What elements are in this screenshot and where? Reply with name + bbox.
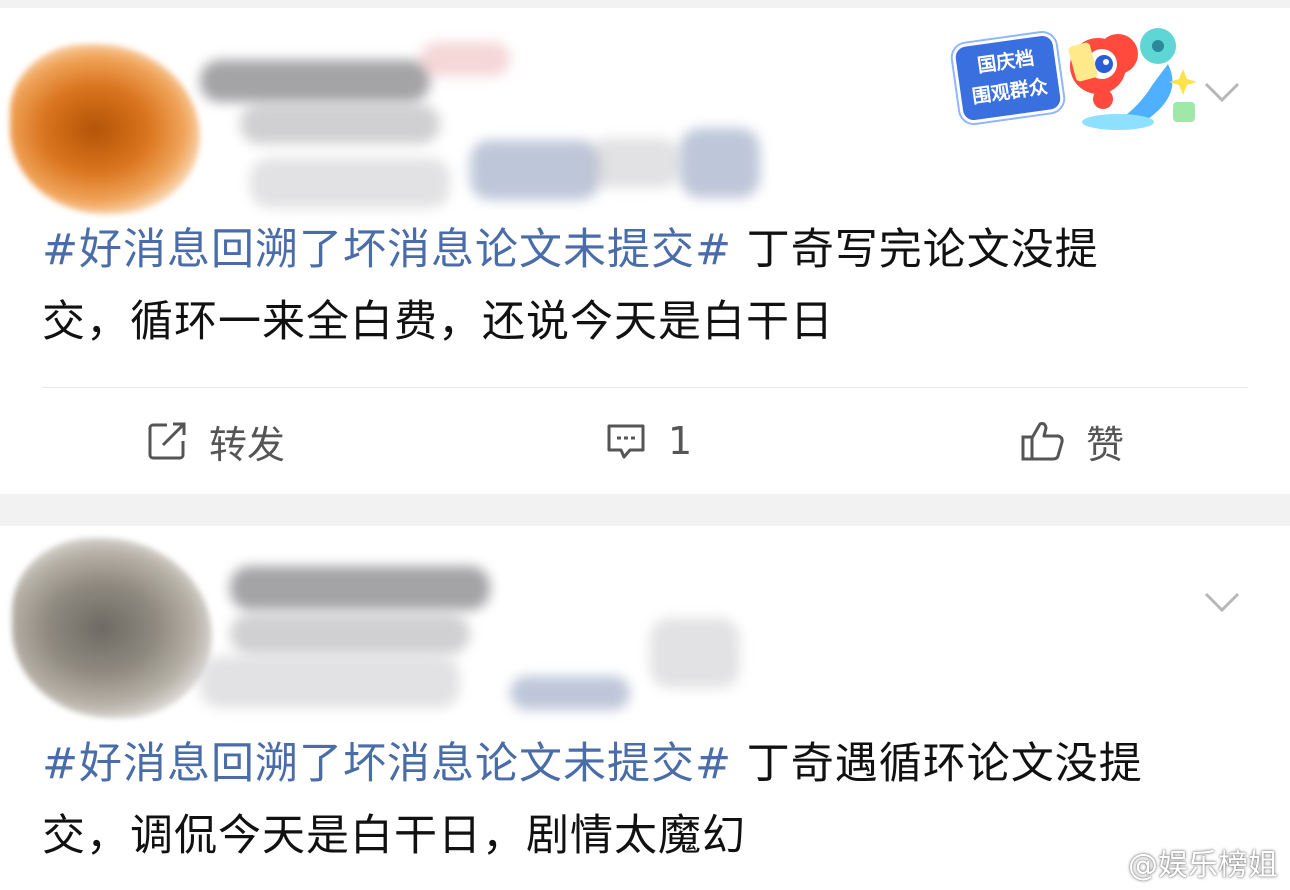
post-card: #好消息回溯了坏消息论文未提交# 丁奇遇循环论文没提 交，调侃今天是白干日，剧情… <box>0 526 1290 890</box>
post-meta-redacted <box>200 656 460 708</box>
username-redacted-part <box>230 614 470 654</box>
username-redacted[interactable] <box>200 60 430 102</box>
post-text: #好消息回溯了坏消息论文未提交# 丁奇写完论文没提 交，循环一来全白费，还说今天… <box>42 214 1232 358</box>
badge-label: 国庆档 围观群众 <box>950 31 1066 125</box>
comment-button[interactable]: 1 <box>604 416 692 466</box>
chevron-down-icon[interactable] <box>1202 586 1242 616</box>
post-card: 国庆档 围观群众 #好消息回溯了坏消息论文未提交# 丁奇写完论文没提 交，循环一… <box>0 8 1290 494</box>
post-header: 国庆档 围观群众 <box>0 8 1290 218</box>
post-meta-redacted <box>650 618 740 688</box>
hashtag-link[interactable]: #好消息回溯了坏消息论文未提交# <box>42 739 732 789</box>
like-label: 赞 <box>1086 422 1125 467</box>
post-text-line2: 交，循环一来全白费，还说今天是白干日 <box>42 297 834 347</box>
hashtag-link[interactable]: #好消息回溯了坏消息论文未提交# <box>42 225 732 275</box>
post-meta-redacted <box>470 140 600 200</box>
comment-bubble-icon <box>607 424 645 459</box>
post-meta-redacted <box>510 676 630 710</box>
repost-label: 转发 <box>209 422 286 467</box>
avatar[interactable] <box>12 538 212 718</box>
post-text-line1: 丁奇遇循环论文没提 <box>732 739 1143 789</box>
mascot-icon <box>1068 28 1197 130</box>
post-text-line1: 丁奇写完论文没提 <box>732 225 1099 275</box>
watermark-text: @娱乐榜姐 <box>1128 848 1278 883</box>
username-redacted[interactable] <box>230 566 490 610</box>
watermark: @娱乐榜姐 <box>1084 840 1278 884</box>
avatar[interactable] <box>10 44 200 214</box>
weibo-logo-icon <box>1085 848 1122 878</box>
repost-button[interactable]: 转发 <box>145 416 286 467</box>
post-header <box>0 526 1290 736</box>
username-redacted-part <box>240 104 440 144</box>
post-meta-redacted <box>680 128 760 198</box>
action-bar: 转发 1 赞 <box>0 388 1290 494</box>
comment-count: 1 <box>668 419 693 463</box>
post-text: #好消息回溯了坏消息论文未提交# 丁奇遇循环论文没提 交，调侃今天是白干日，剧情… <box>42 728 1232 872</box>
weibo-feed: 国庆档 围观群众 #好消息回溯了坏消息论文未提交# 丁奇写完论文没提 交，循环一… <box>0 0 1290 890</box>
like-button[interactable]: 赞 <box>1020 416 1125 467</box>
post-meta-redacted <box>250 158 450 208</box>
chevron-down-icon[interactable] <box>1202 76 1242 106</box>
username-redacted-part <box>420 42 510 76</box>
post-meta-redacted <box>590 138 680 188</box>
post-text-line2: 交，调侃今天是白干日，剧情太魔幻 <box>42 811 746 861</box>
event-badge[interactable]: 国庆档 围观群众 <box>948 24 1198 139</box>
thumbs-up-icon <box>1021 422 1064 461</box>
edit-square-icon <box>148 422 186 460</box>
